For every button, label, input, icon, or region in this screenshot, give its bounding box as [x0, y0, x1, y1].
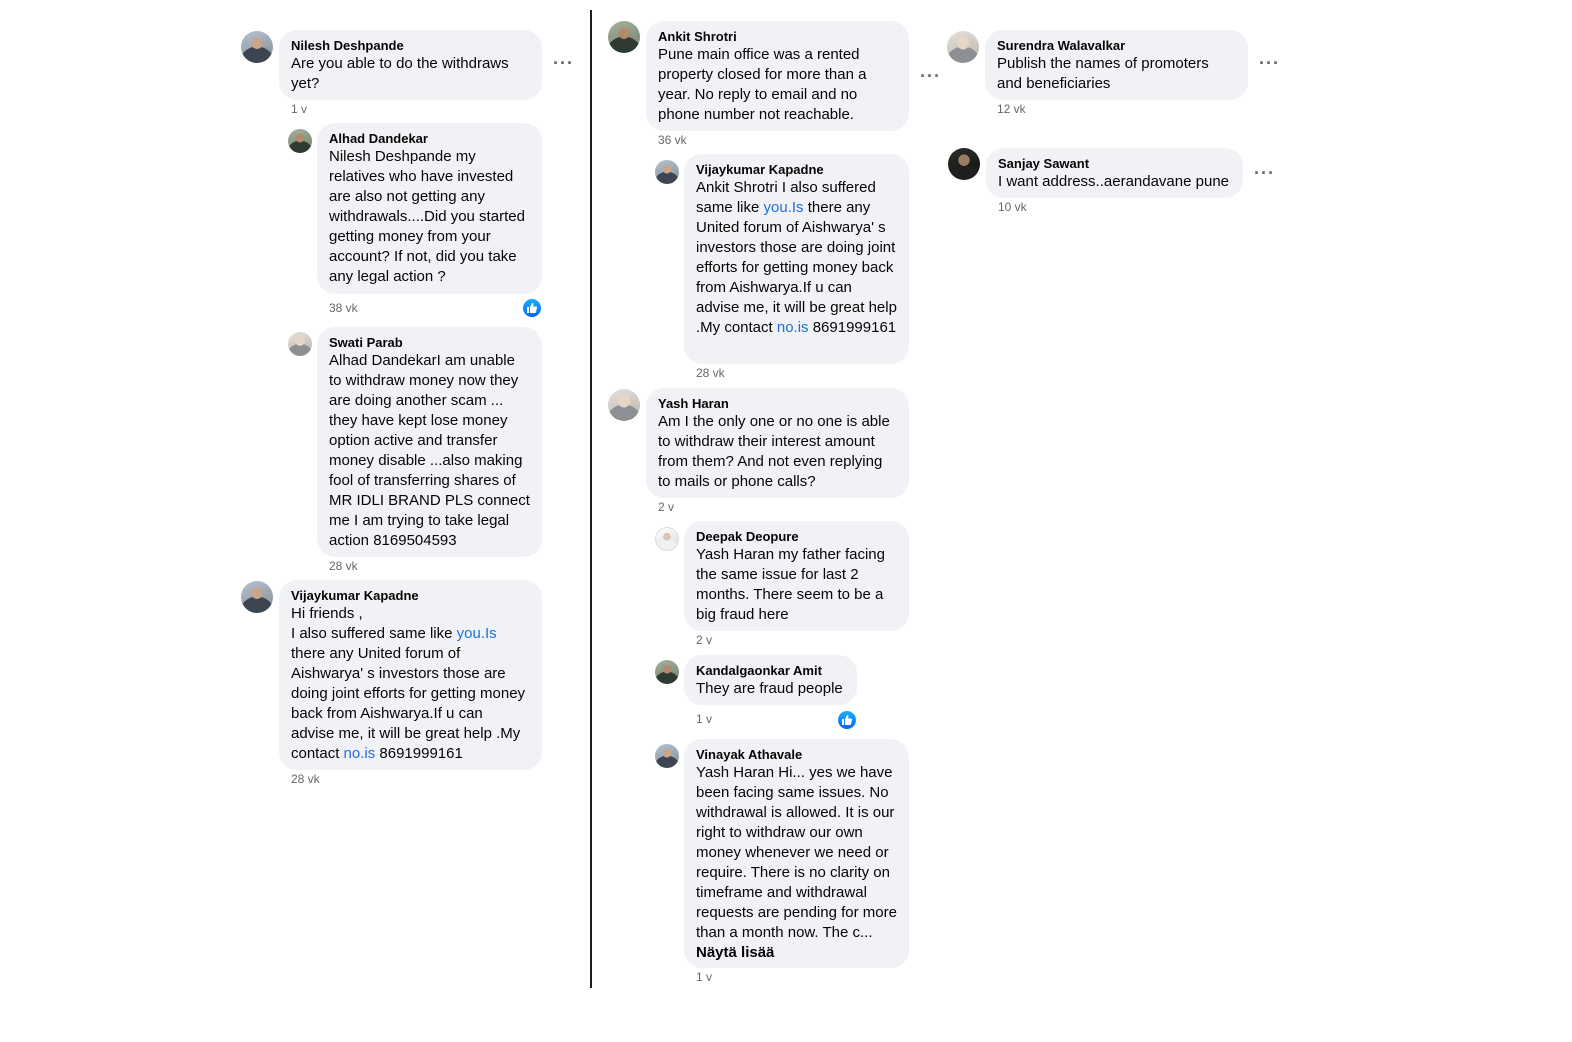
- comment-author[interactable]: Yash Haran: [658, 396, 897, 412]
- comment-text: I want address..aerandavane pune: [998, 173, 1229, 190]
- comment-author[interactable]: Swati Parab: [329, 335, 530, 351]
- comment-bubble: Ankit Shrotri Pune main office was a ren…: [646, 21, 909, 131]
- comment-text: Yash Haran my father facing the same iss…: [696, 546, 890, 623]
- avatar[interactable]: [608, 21, 640, 53]
- comment-link[interactable]: no.is: [777, 319, 809, 336]
- comment-timestamp[interactable]: 28 vk: [329, 558, 358, 574]
- like-reaction-icon[interactable]: [521, 297, 543, 319]
- avatar[interactable]: [288, 332, 312, 356]
- comment-timestamp[interactable]: 38 vk: [329, 300, 358, 316]
- comment-author[interactable]: Nilesh Deshpande: [291, 38, 530, 54]
- comment-author[interactable]: Vijaykumar Kapadne: [291, 588, 530, 604]
- comment-bubble: Sanjay Sawant I want address..aerandavan…: [986, 148, 1243, 198]
- comment-author[interactable]: Alhad Dandekar: [329, 131, 530, 147]
- reply-bubble: Vinayak Athavale Yash Haran Hi... yes we…: [684, 739, 909, 968]
- comment-timestamp[interactable]: 1 v: [291, 101, 307, 117]
- comment-timestamp[interactable]: 2 v: [658, 499, 674, 515]
- see-more-link[interactable]: Näytä lisää: [696, 944, 774, 961]
- comment-bubble: Surendra Walavalkar Publish the names of…: [985, 30, 1248, 100]
- comment-text: Hi friends , I also suffered same like y…: [291, 605, 526, 762]
- comment-timestamp[interactable]: 28 vk: [696, 365, 725, 381]
- avatar[interactable]: [241, 581, 273, 613]
- comment-timestamp[interactable]: 1 v: [696, 711, 712, 727]
- comment-author[interactable]: Surendra Walavalkar: [997, 38, 1236, 54]
- avatar[interactable]: [608, 389, 640, 421]
- comment-timestamp[interactable]: 12 vk: [997, 101, 1026, 117]
- reply-bubble: Swati Parab Alhad DandekarI am unable to…: [317, 327, 542, 557]
- comment-bubble: Yash Haran Am I the only one or no one i…: [646, 388, 909, 498]
- comment-timestamp[interactable]: 10 vk: [998, 199, 1027, 215]
- comment-timestamp[interactable]: 1 v: [696, 969, 712, 985]
- comment-timestamp[interactable]: 2 v: [696, 632, 712, 648]
- more-options-icon[interactable]: ···: [1254, 164, 1275, 182]
- comment-author[interactable]: Vinayak Athavale: [696, 747, 897, 763]
- comment-text: Pune main office was a rented property c…: [658, 46, 871, 123]
- reply-bubble: Alhad Dandekar Nilesh Deshpande my relat…: [317, 123, 542, 294]
- avatar[interactable]: [655, 744, 679, 768]
- comment-bubble: Nilesh Deshpande Are you able to do the …: [279, 30, 542, 100]
- avatar[interactable]: [241, 31, 273, 63]
- avatar[interactable]: [655, 527, 679, 551]
- avatar[interactable]: [948, 148, 980, 180]
- comment-text: Publish the names of promoters and benef…: [997, 55, 1213, 92]
- comment-text: Are you able to do the withdraws yet?: [291, 55, 513, 92]
- comment-link[interactable]: you.Is: [457, 625, 497, 642]
- more-options-icon[interactable]: ···: [1259, 54, 1280, 72]
- comment-text: Nilesh Deshpande my relatives who have i…: [329, 148, 530, 285]
- like-reaction-icon[interactable]: [836, 709, 858, 731]
- avatar[interactable]: [655, 160, 679, 184]
- comment-author[interactable]: Sanjay Sawant: [998, 156, 1231, 172]
- comment-author[interactable]: Kandalgaonkar Amit: [696, 663, 845, 679]
- column-divider: [590, 10, 592, 988]
- comment-author[interactable]: Deepak Deopure: [696, 529, 897, 545]
- comment-link[interactable]: no.is: [344, 745, 376, 762]
- comment-author[interactable]: Ankit Shrotri: [658, 29, 897, 45]
- reply-bubble: Kandalgaonkar Amit They are fraud people: [684, 655, 857, 705]
- comment-link[interactable]: you.Is: [764, 199, 804, 216]
- comment-text: Alhad DandekarI am unable to withdraw mo…: [329, 352, 535, 549]
- avatar[interactable]: [655, 660, 679, 684]
- comment-text: They are fraud people: [696, 680, 843, 697]
- avatar[interactable]: [947, 31, 979, 63]
- comment-text: Ankit Shrotri I also suffered same like …: [696, 179, 902, 336]
- comment-text: Am I the only one or no one is able to w…: [658, 413, 894, 490]
- comment-text: Yash Haran Hi... yes we have been facing…: [696, 764, 902, 961]
- comment-timestamp[interactable]: 36 vk: [658, 132, 687, 148]
- comment-author[interactable]: Vijaykumar Kapadne: [696, 162, 897, 178]
- avatar[interactable]: [288, 129, 312, 153]
- more-options-icon[interactable]: ···: [920, 67, 941, 85]
- reply-bubble: Vijaykumar Kapadne Ankit Shrotri I also …: [684, 154, 909, 364]
- reply-bubble: Deepak Deopure Yash Haran my father faci…: [684, 521, 909, 631]
- more-options-icon[interactable]: ···: [553, 54, 574, 72]
- comment-timestamp[interactable]: 28 vk: [291, 771, 320, 787]
- comment-bubble: Vijaykumar Kapadne Hi friends , I also s…: [279, 580, 542, 770]
